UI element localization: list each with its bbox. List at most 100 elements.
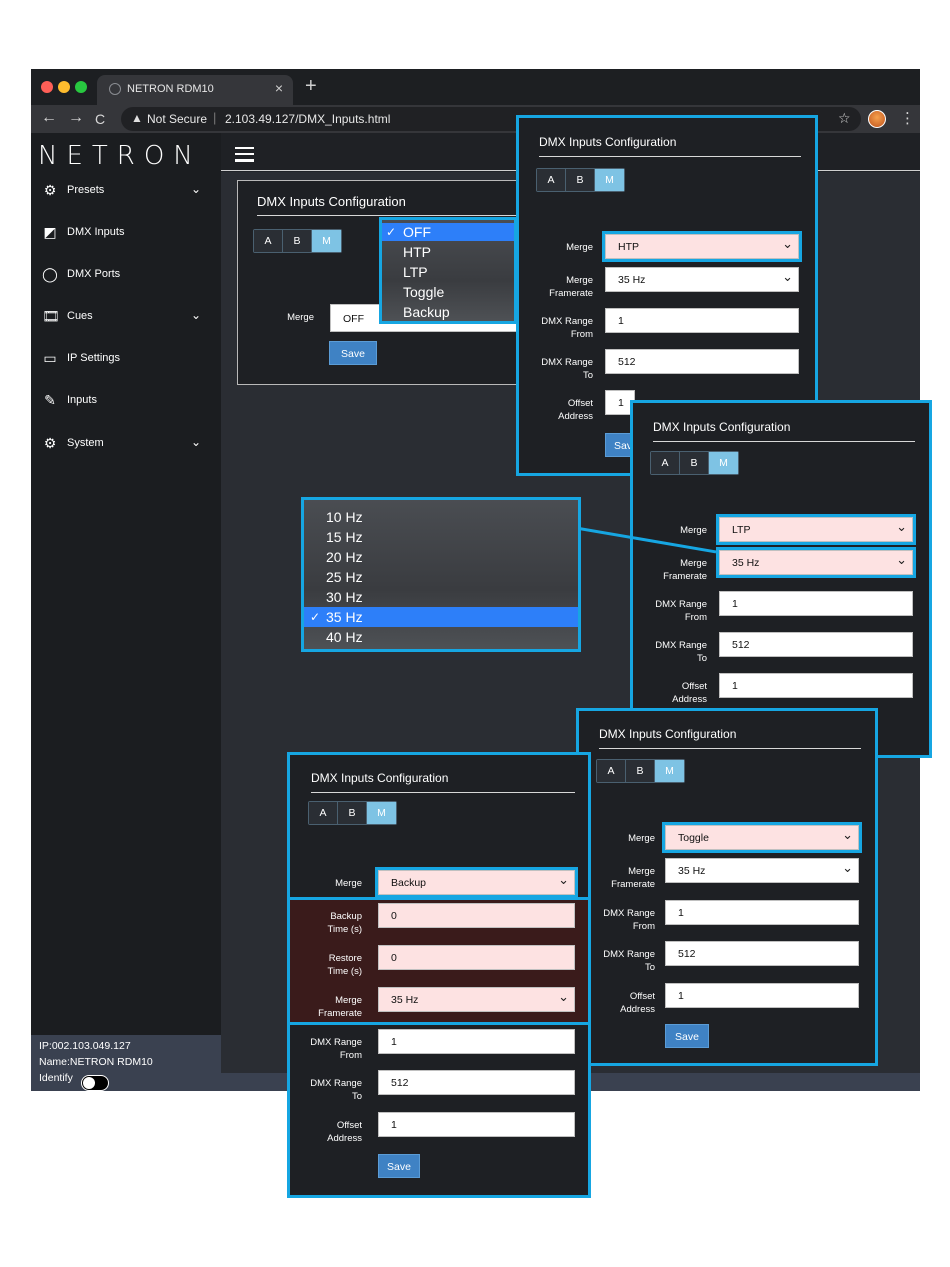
menu-item-off[interactable]: ✓ OFF xyxy=(382,223,514,241)
menu-item-ltp[interactable]: LTP xyxy=(382,263,514,281)
range-from-label: DMX Range From xyxy=(603,908,655,932)
merge-select[interactable]: Toggle xyxy=(662,822,862,853)
back-icon[interactable]: ← xyxy=(41,109,57,127)
sidebar-item-dmx-ports[interactable]: ◯ DMX Ports xyxy=(31,263,221,291)
reload-icon[interactable]: C xyxy=(95,111,105,127)
menu-item-10hz[interactable]: 10 Hz xyxy=(304,507,578,527)
bookmark-star-icon[interactable]: ☆ xyxy=(838,110,851,127)
framerate-select[interactable]: 35 Hz xyxy=(665,855,859,883)
restore-time-input[interactable]: 0 xyxy=(378,945,575,970)
sidebar-item-cues[interactable]: 🎞 Cues ⌄ xyxy=(31,305,221,333)
input-arrow-icon: ◩ xyxy=(43,224,57,240)
tab-a[interactable]: A xyxy=(651,452,680,474)
tab-m[interactable]: M xyxy=(709,452,738,474)
tab-b[interactable]: B xyxy=(283,230,312,252)
tab-bar: NETRON RDM10 × + xyxy=(31,69,920,105)
sidebar-item-label: Presets xyxy=(67,184,105,196)
check-icon: ✓ xyxy=(386,225,397,239)
tab-b[interactable]: B xyxy=(566,169,595,191)
tab-m[interactable]: M xyxy=(312,230,341,252)
offset-input[interactable]: 1 xyxy=(378,1112,575,1137)
menu-item-htp[interactable]: HTP xyxy=(382,243,514,261)
chevron-down-icon: ⌄ xyxy=(191,182,202,196)
save-button[interactable]: Save xyxy=(378,1154,420,1178)
port-tabs: A B M xyxy=(536,168,625,192)
menu-item-25hz[interactable]: 25 Hz xyxy=(304,567,578,587)
tab-m[interactable]: M xyxy=(367,802,396,824)
tab-m[interactable]: M xyxy=(595,169,624,191)
range-from-input[interactable]: 1 xyxy=(719,591,913,616)
backup-time-input[interactable]: 0 xyxy=(378,903,575,928)
framerate-select[interactable]: 35 Hz xyxy=(605,264,799,292)
tab-b[interactable]: B xyxy=(680,452,709,474)
menu-item-backup[interactable]: Backup xyxy=(382,303,514,321)
range-from-input[interactable]: 1 xyxy=(665,900,859,925)
menu-item-toggle[interactable]: Toggle xyxy=(382,283,514,301)
offset-input[interactable]: 1 xyxy=(719,673,913,698)
framerate-select[interactable]: 35 Hz xyxy=(716,547,916,578)
sidebar-item-presets[interactable]: ⚙ Presets ⌄ xyxy=(31,179,221,207)
sidebar-item-label: Cues xyxy=(67,310,93,322)
merge-select[interactable]: Backup xyxy=(375,867,578,898)
merge-label: Merge xyxy=(335,878,362,889)
port-tabs: A B M xyxy=(253,229,342,253)
browser-menu-icon[interactable]: ⋮ xyxy=(900,109,915,127)
security-label[interactable]: Not Secure xyxy=(147,112,207,126)
tab-close-icon[interactable]: × xyxy=(275,80,283,96)
tab-b[interactable]: B xyxy=(338,802,367,824)
sidebar-item-inputs[interactable]: ✎ Inputs xyxy=(31,389,221,417)
profile-avatar[interactable] xyxy=(868,110,886,128)
framerate-select[interactable]: 35 Hz xyxy=(378,984,575,1012)
merge-label: Merge xyxy=(680,525,707,536)
forward-icon[interactable]: → xyxy=(68,109,84,127)
merge-select[interactable]: HTP xyxy=(602,231,802,262)
save-button[interactable]: Save xyxy=(665,1024,709,1048)
tab-a[interactable]: A xyxy=(254,230,283,252)
config-card-toggle: DMX Inputs Configuration A B M Merge Tog… xyxy=(576,708,878,1066)
range-from-input[interactable]: 1 xyxy=(378,1029,575,1054)
url-text[interactable]: 2.103.49.127/DMX_Inputs.html xyxy=(225,112,390,126)
range-from-input[interactable]: 1 xyxy=(605,308,799,333)
device-info: IP:002.103.049.127 Name:NETRON RDM10 Ide… xyxy=(31,1035,221,1091)
range-to-input[interactable]: 512 xyxy=(605,349,799,374)
range-from-label: DMX Range From xyxy=(310,1037,362,1061)
browser-tab[interactable]: NETRON RDM10 × xyxy=(97,75,293,105)
menu-item-30hz[interactable]: 30 Hz xyxy=(304,587,578,607)
sidebar-item-ip-settings[interactable]: ▭ IP Settings xyxy=(31,347,221,375)
offset-input[interactable]: 1 xyxy=(665,983,859,1008)
sidebar-item-system[interactable]: ⚙ System ⌄ xyxy=(31,432,221,460)
tab-a[interactable]: A xyxy=(309,802,338,824)
film-icon: 🎞 xyxy=(42,308,60,324)
minimize-window-button[interactable] xyxy=(58,81,70,93)
tab-m[interactable]: M xyxy=(655,760,684,782)
range-to-input[interactable]: 512 xyxy=(719,632,913,657)
merge-label: Merge xyxy=(628,833,655,844)
identify-toggle[interactable] xyxy=(81,1075,109,1091)
tab-a[interactable]: A xyxy=(537,169,566,191)
menu-item-35hz[interactable]: ✓ 35 Hz xyxy=(304,607,578,627)
sidebar-item-dmx-inputs[interactable]: ◩ DMX Inputs xyxy=(31,221,221,249)
close-window-button[interactable] xyxy=(41,81,53,93)
device-ip: IP:002.103.049.127 xyxy=(39,1040,131,1052)
range-to-input[interactable]: 512 xyxy=(378,1070,575,1095)
menu-item-20hz[interactable]: 20 Hz xyxy=(304,547,578,567)
gear-icon: ⚙ xyxy=(43,435,57,451)
offset-label: Offset Address xyxy=(672,681,707,705)
tab-title: NETRON RDM10 xyxy=(127,83,214,95)
tab-a[interactable]: A xyxy=(597,760,626,782)
menu-item-15hz[interactable]: 15 Hz xyxy=(304,527,578,547)
range-to-input[interactable]: 512 xyxy=(665,941,859,966)
save-button[interactable]: Save xyxy=(329,341,377,365)
plug-icon: ✎ xyxy=(44,392,56,408)
new-tab-icon[interactable]: + xyxy=(305,75,317,98)
tab-b[interactable]: B xyxy=(626,760,655,782)
laptop-icon: ▭ xyxy=(43,350,57,366)
card-title: DMX Inputs Configuration xyxy=(257,194,406,209)
menu-item-40hz[interactable]: 40 Hz xyxy=(304,627,578,647)
sidebar-item-label: IP Settings xyxy=(67,352,120,364)
hamburger-menu-icon[interactable] xyxy=(235,147,254,162)
maximize-window-button[interactable] xyxy=(75,81,87,93)
card-title: DMX Inputs Configuration xyxy=(539,135,677,149)
merge-select[interactable]: LTP xyxy=(716,514,916,545)
card-title: DMX Inputs Configuration xyxy=(653,420,791,434)
